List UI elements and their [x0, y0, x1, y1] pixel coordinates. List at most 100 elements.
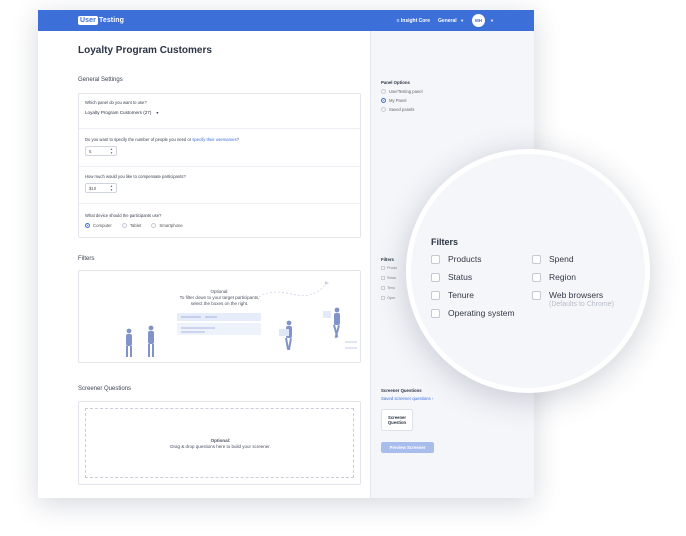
- side-filter-label: Oper: [387, 296, 396, 300]
- checkbox-icon: [431, 254, 440, 264]
- radio-selected-icon: [85, 223, 90, 229]
- panel-option-label: My Panel: [389, 98, 407, 103]
- checkbox-icon: [381, 276, 385, 280]
- screener-questions-heading: Screener Questions: [78, 386, 132, 392]
- filter-label: Status: [448, 272, 473, 282]
- screener-button-line-2: Question: [387, 420, 407, 425]
- page-title: Loyalty Program Customers: [78, 45, 212, 56]
- side-filter-label: Statu: [387, 276, 396, 280]
- preview-screener-button[interactable]: Preview Screener: [381, 442, 434, 453]
- nav-insight-core[interactable]: ≡ Insight Core: [397, 18, 430, 24]
- divider: [79, 128, 360, 129]
- panel-select[interactable]: Loyalty Program Customers (27) ▼: [85, 110, 159, 115]
- lens-filters-title: Filters: [431, 237, 459, 247]
- stepper-arrows-icon[interactable]: ▲ ▼: [110, 147, 113, 155]
- side-filter-item[interactable]: Produ: [381, 266, 397, 270]
- filter-label: Tenure: [448, 290, 474, 300]
- screener-card: Optional: Drag & drop questions here to …: [78, 401, 361, 485]
- side-screener-heading: Screener Questions: [381, 388, 422, 393]
- general-settings-heading: General Settings: [78, 77, 123, 83]
- participants-number-stepper[interactable]: 5 ▲ ▼: [85, 146, 117, 156]
- checkbox-icon: [381, 296, 385, 300]
- usertesting-logo[interactable]: User Testing: [78, 15, 124, 26]
- filter-label: Operating system: [448, 308, 515, 318]
- compensation-question: How much would you like to compensate pa…: [85, 174, 186, 179]
- device-label: Smartphone: [159, 223, 183, 228]
- panel-option-my-panel[interactable]: My Panel: [381, 98, 406, 103]
- checkbox-icon: [381, 286, 385, 290]
- side-filter-label: Produ: [387, 266, 398, 270]
- filter-region[interactable]: Region: [532, 272, 576, 282]
- filters-heading: Filters: [78, 256, 95, 262]
- radio-icon: [151, 223, 157, 229]
- page: User Testing ≡ Insight Core General ▼ MH…: [0, 0, 686, 536]
- side-filters-heading: Filters: [381, 257, 394, 262]
- main-content: Loyalty Program Customers General Settin…: [38, 31, 370, 498]
- filter-label: Spend: [549, 254, 574, 264]
- device-question: What device should the participants use?: [85, 213, 162, 218]
- filter-spend[interactable]: Spend: [532, 254, 574, 264]
- general-settings-card: Which panel do you want to use? Loyalty …: [78, 93, 361, 238]
- radio-selected-icon: [381, 98, 386, 103]
- top-nav: ≡ Insight Core General ▼ MH ▼: [397, 10, 494, 31]
- divider: [79, 166, 360, 167]
- filters-empty-state: Optional: To filter down to your target …: [78, 270, 361, 363]
- device-radio-group: Computer Tablet Smartphone: [85, 223, 183, 229]
- filter-label: Web browsers: [549, 290, 604, 300]
- device-option-tablet[interactable]: Tablet: [121, 223, 142, 229]
- filter-web-browsers[interactable]: Web browsers: [532, 290, 603, 300]
- web-browsers-note: (Defaults to Chrome): [549, 301, 614, 308]
- panel-option-saved[interactable]: Saved panels: [381, 107, 414, 112]
- saved-screener-questions-link[interactable]: Saved screener questions ›: [381, 396, 433, 401]
- screener-hint: Drag & drop questions here to build your…: [170, 444, 271, 449]
- screener-dropzone[interactable]: Optional: Drag & drop questions here to …: [85, 408, 354, 478]
- logo-user-text: User: [78, 16, 98, 25]
- checkbox-icon: [431, 272, 440, 282]
- filter-products[interactable]: Products: [431, 254, 482, 264]
- checkbox-icon: [431, 290, 440, 300]
- chevron-down-icon: ▼: [155, 111, 160, 115]
- device-label: Computer: [93, 223, 112, 228]
- panel-options-heading: Panel Options: [381, 80, 410, 85]
- side-filter-label: Tenu: [387, 286, 396, 290]
- side-filter-item[interactable]: Statu: [381, 276, 396, 280]
- device-option-smartphone[interactable]: Smartphone: [151, 223, 183, 229]
- number-question-prefix: Do you want to specify the number of peo…: [85, 137, 193, 142]
- filter-label: Products: [448, 254, 482, 264]
- number-question: Do you want to specify the number of peo…: [85, 137, 239, 142]
- radio-icon: [381, 89, 386, 94]
- filters-illustration: [126, 281, 357, 357]
- side-filter-item[interactable]: Oper: [381, 296, 395, 300]
- avatar: MH: [472, 14, 486, 27]
- filter-operating-system[interactable]: Operating system: [431, 308, 515, 318]
- stepper-arrows-icon[interactable]: ▲ ▼: [110, 184, 113, 192]
- checkbox-icon: [381, 266, 385, 270]
- panel-select-value: Loyalty Program Customers (27): [85, 110, 152, 115]
- user-menu[interactable]: MH ▼: [472, 14, 494, 27]
- panel-option-usertesting[interactable]: UserTesting panel: [381, 89, 423, 94]
- radio-icon: [121, 223, 127, 229]
- number-question-suffix: ?: [236, 137, 239, 142]
- compensation-stepper[interactable]: $10 ▲ ▼: [85, 183, 117, 193]
- compensation-value: $10: [89, 186, 97, 191]
- caret-down-icon: ▼: [490, 18, 494, 23]
- top-bar: User Testing ≡ Insight Core General ▼ MH…: [38, 10, 534, 31]
- divider: [79, 203, 360, 204]
- specify-usernames-link[interactable]: specify their usernames: [192, 137, 236, 142]
- panel-option-label: Saved panels: [389, 107, 415, 112]
- screener-question-button[interactable]: Screener Question: [381, 409, 413, 431]
- side-filter-item[interactable]: Tenu: [381, 286, 395, 290]
- filter-tenure[interactable]: Tenure: [431, 290, 474, 300]
- checkbox-icon: [532, 272, 541, 282]
- radio-icon: [381, 107, 386, 112]
- checkbox-icon: [532, 254, 541, 264]
- nav-general-menu[interactable]: General ▼: [438, 18, 464, 24]
- filters-magnifier: Filters Products Status Tenure Operating…: [406, 149, 650, 393]
- participants-number-value: 5: [89, 149, 92, 154]
- panel-option-label: UserTesting panel: [389, 89, 423, 94]
- filter-status[interactable]: Status: [431, 272, 472, 282]
- device-label: Tablet: [129, 223, 142, 228]
- device-option-computer[interactable]: Computer: [85, 223, 112, 229]
- logo-testing-text: Testing: [98, 17, 125, 24]
- checkbox-icon: [431, 308, 440, 318]
